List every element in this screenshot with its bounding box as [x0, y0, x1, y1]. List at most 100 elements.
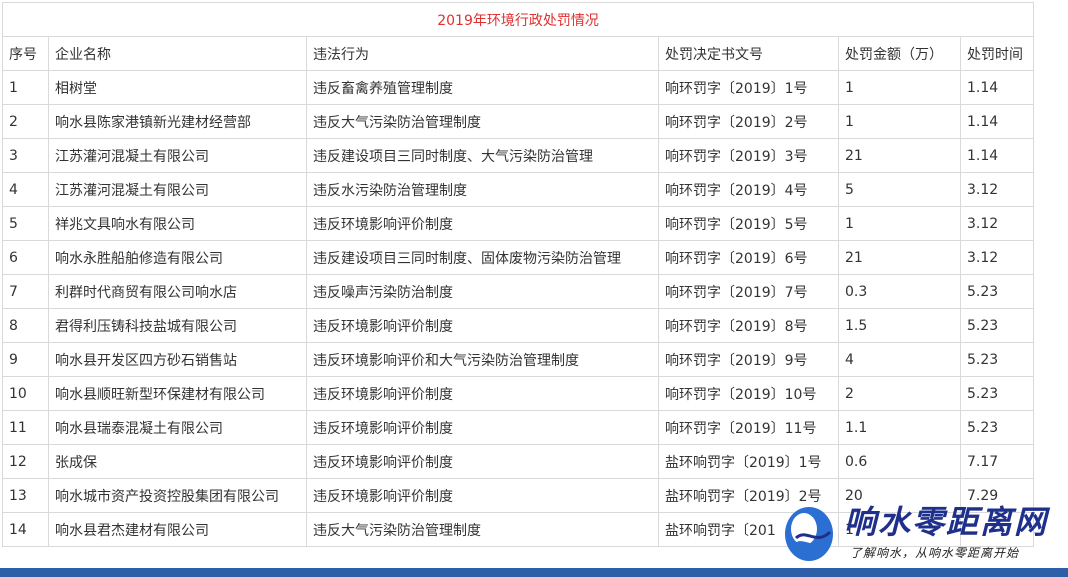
cell-date: 3.12 — [959, 240, 1035, 275]
penalty-table: 2019年环境行政处罚情况 序号 企业名称 违法行为 处罚决定书文号 处罚金额（… — [1, 2, 1035, 547]
cell-amount: 0.6 — [838, 444, 961, 479]
cell-company: 利群时代商贸有限公司响水店 — [48, 274, 307, 309]
cell-company: 相树堂 — [48, 70, 307, 105]
site-watermark-logo: 响水零距离网 了解响水，从响水零距离开始 — [782, 502, 1064, 568]
cell-company: 响水永胜船舶修造有限公司 — [48, 240, 307, 275]
cell-document-number: 响环罚字〔2019〕7号 — [658, 274, 839, 309]
cell-violation: 违反环境影响评价制度 — [306, 376, 659, 411]
cell-company: 响水县顺旺新型环保建材有限公司 — [48, 376, 307, 411]
table-row: 6 响水永胜船舶修造有限公司 违反建设项目三同时制度、固体废物污染防治管理 响环罚字〔… — [2, 240, 1035, 275]
cell-index: 14 — [2, 512, 49, 547]
cell-violation: 违反环境影响评价制度 — [306, 410, 659, 445]
cell-date: 5.23 — [959, 274, 1035, 309]
cell-violation: 违反环境影响评价制度 — [306, 308, 659, 343]
header-violation: 违法行为 — [306, 36, 659, 71]
cell-amount: 1 — [838, 104, 961, 139]
table-row: 4 江苏灌河混凝土有限公司 违反水污染防治管理制度 响环罚字〔2019〕4号 5 3.12 — [2, 172, 1035, 207]
cell-company: 响水城市资产投资控股集团有限公司 — [48, 478, 307, 513]
table-row: 3 江苏灌河混凝土有限公司 违反建设项目三同时制度、大气污染防治管理 响环罚字〔201… — [2, 138, 1035, 173]
cell-amount: 1.1 — [838, 410, 961, 445]
cell-violation: 违反畜禽养殖管理制度 — [306, 70, 659, 105]
header-index: 序号 — [2, 36, 49, 71]
cell-violation: 违反建设项目三同时制度、固体废物污染防治管理 — [306, 240, 659, 275]
cell-index: 7 — [2, 274, 49, 309]
cell-violation: 违反环境影响评价和大气污染防治管理制度 — [306, 342, 659, 377]
table-row: 9 响水县开发区四方砂石销售站 违反环境影响评价和大气污染防治管理制度 响环罚字〔20… — [2, 342, 1035, 377]
table-row: 5 祥兆文具响水有限公司 违反环境影响评价制度 响环罚字〔2019〕5号 1 3.12 — [2, 206, 1035, 241]
header-date: 处罚时间 — [959, 36, 1035, 71]
cell-index: 6 — [2, 240, 49, 275]
cell-date: 5.23 — [959, 376, 1035, 411]
cell-date: 5.23 — [959, 308, 1035, 343]
cell-document-number: 响环罚字〔2019〕11号 — [658, 410, 839, 445]
cell-company: 响水县陈家港镇新光建材经营部 — [48, 104, 307, 139]
cell-amount: 1 — [838, 206, 961, 241]
cell-document-number: 响环罚字〔2019〕3号 — [658, 138, 839, 173]
cell-date: 5.23 — [959, 410, 1035, 445]
cell-violation: 违反水污染防治管理制度 — [306, 172, 659, 207]
cell-date: 1.14 — [959, 104, 1035, 139]
cell-company: 响水县开发区四方砂石销售站 — [48, 342, 307, 377]
cell-index: 10 — [2, 376, 49, 411]
site-slogan: 了解响水，从响水零距离开始 — [850, 546, 1020, 560]
cell-date: 7.17 — [959, 444, 1035, 479]
cell-amount: 2 — [838, 376, 961, 411]
table-row: 11 响水县瑞泰混凝土有限公司 违反环境影响评价制度 响环罚字〔2019〕11号 1.1… — [2, 410, 1035, 445]
cell-index: 4 — [2, 172, 49, 207]
table-header-row: 序号 企业名称 违法行为 处罚决定书文号 处罚金额（万） 处罚时间 — [2, 36, 1035, 71]
cell-company: 响水县君杰建材有限公司 — [48, 512, 307, 547]
cell-violation: 违反大气污染防治管理制度 — [306, 104, 659, 139]
cell-date: 5.23 — [959, 342, 1035, 377]
table-row: 8 君得利压铸科技盐城有限公司 违反环境影响评价制度 响环罚字〔2019〕8号 1.5 5… — [2, 308, 1035, 343]
cell-index: 11 — [2, 410, 49, 445]
cell-company: 张成保 — [48, 444, 307, 479]
cell-index: 13 — [2, 478, 49, 513]
cell-violation: 违反环境影响评价制度 — [306, 478, 659, 513]
cell-company: 响水县瑞泰混凝土有限公司 — [48, 410, 307, 445]
cell-violation: 违反建设项目三同时制度、大气污染防治管理 — [306, 138, 659, 173]
cell-company: 祥兆文具响水有限公司 — [48, 206, 307, 241]
table-row: 1 相树堂 违反畜禽养殖管理制度 响环罚字〔2019〕1号 1 1.14 — [2, 70, 1035, 105]
table-row: 2 响水县陈家港镇新光建材经营部 违反大气污染防治管理制度 响环罚字〔2019〕2号 1… — [2, 104, 1035, 139]
cell-amount: 5 — [838, 172, 961, 207]
cell-amount: 21 — [838, 240, 961, 275]
cell-violation: 违反大气污染防治管理制度 — [306, 512, 659, 547]
cell-document-number: 响环罚字〔2019〕6号 — [658, 240, 839, 275]
cell-date: 3.12 — [959, 206, 1035, 241]
cell-document-number: 响环罚字〔2019〕10号 — [658, 376, 839, 411]
cell-document-number: 响环罚字〔2019〕2号 — [658, 104, 839, 139]
bottom-bar — [0, 568, 1068, 577]
cell-amount: 1 — [838, 70, 961, 105]
cell-document-number: 响环罚字〔2019〕5号 — [658, 206, 839, 241]
cell-company: 江苏灌河混凝土有限公司 — [48, 172, 307, 207]
cell-document-number: 响环罚字〔2019〕4号 — [658, 172, 839, 207]
table-row: 10 响水县顺旺新型环保建材有限公司 违反环境影响评价制度 响环罚字〔2019〕10号… — [2, 376, 1035, 411]
cell-index: 3 — [2, 138, 49, 173]
table-row: 12 张成保 违反环境影响评价制度 盐环响罚字〔2019〕1号 0.6 7.17 — [2, 444, 1035, 479]
cell-company: 江苏灌河混凝土有限公司 — [48, 138, 307, 173]
cell-index: 1 — [2, 70, 49, 105]
header-document-number: 处罚决定书文号 — [658, 36, 839, 71]
cell-index: 12 — [2, 444, 49, 479]
wave-droplet-icon — [785, 507, 833, 561]
header-company: 企业名称 — [48, 36, 307, 71]
header-amount: 处罚金额（万） — [838, 36, 961, 71]
cell-amount: 4 — [838, 342, 961, 377]
cell-index: 2 — [2, 104, 49, 139]
cell-amount: 21 — [838, 138, 961, 173]
cell-date: 3.12 — [959, 172, 1035, 207]
cell-violation: 违反噪声污染防治制度 — [306, 274, 659, 309]
cell-document-number: 响环罚字〔2019〕8号 — [658, 308, 839, 343]
cell-index: 5 — [2, 206, 49, 241]
table-row: 7 利群时代商贸有限公司响水店 违反噪声污染防治制度 响环罚字〔2019〕7号 0.3 5… — [2, 274, 1035, 309]
table-title-row: 2019年环境行政处罚情况 — [1, 2, 1035, 37]
site-name: 响水零距离网 — [844, 503, 1049, 541]
page: 2019年环境行政处罚情况 序号 企业名称 违法行为 处罚决定书文号 处罚金额（… — [0, 0, 1068, 577]
cell-violation: 违反环境影响评价制度 — [306, 444, 659, 479]
cell-violation: 违反环境影响评价制度 — [306, 206, 659, 241]
cell-index: 9 — [2, 342, 49, 377]
cell-amount: 1.5 — [838, 308, 961, 343]
cell-document-number: 响环罚字〔2019〕1号 — [658, 70, 839, 105]
cell-date: 1.14 — [959, 138, 1035, 173]
cell-company: 君得利压铸科技盐城有限公司 — [48, 308, 307, 343]
